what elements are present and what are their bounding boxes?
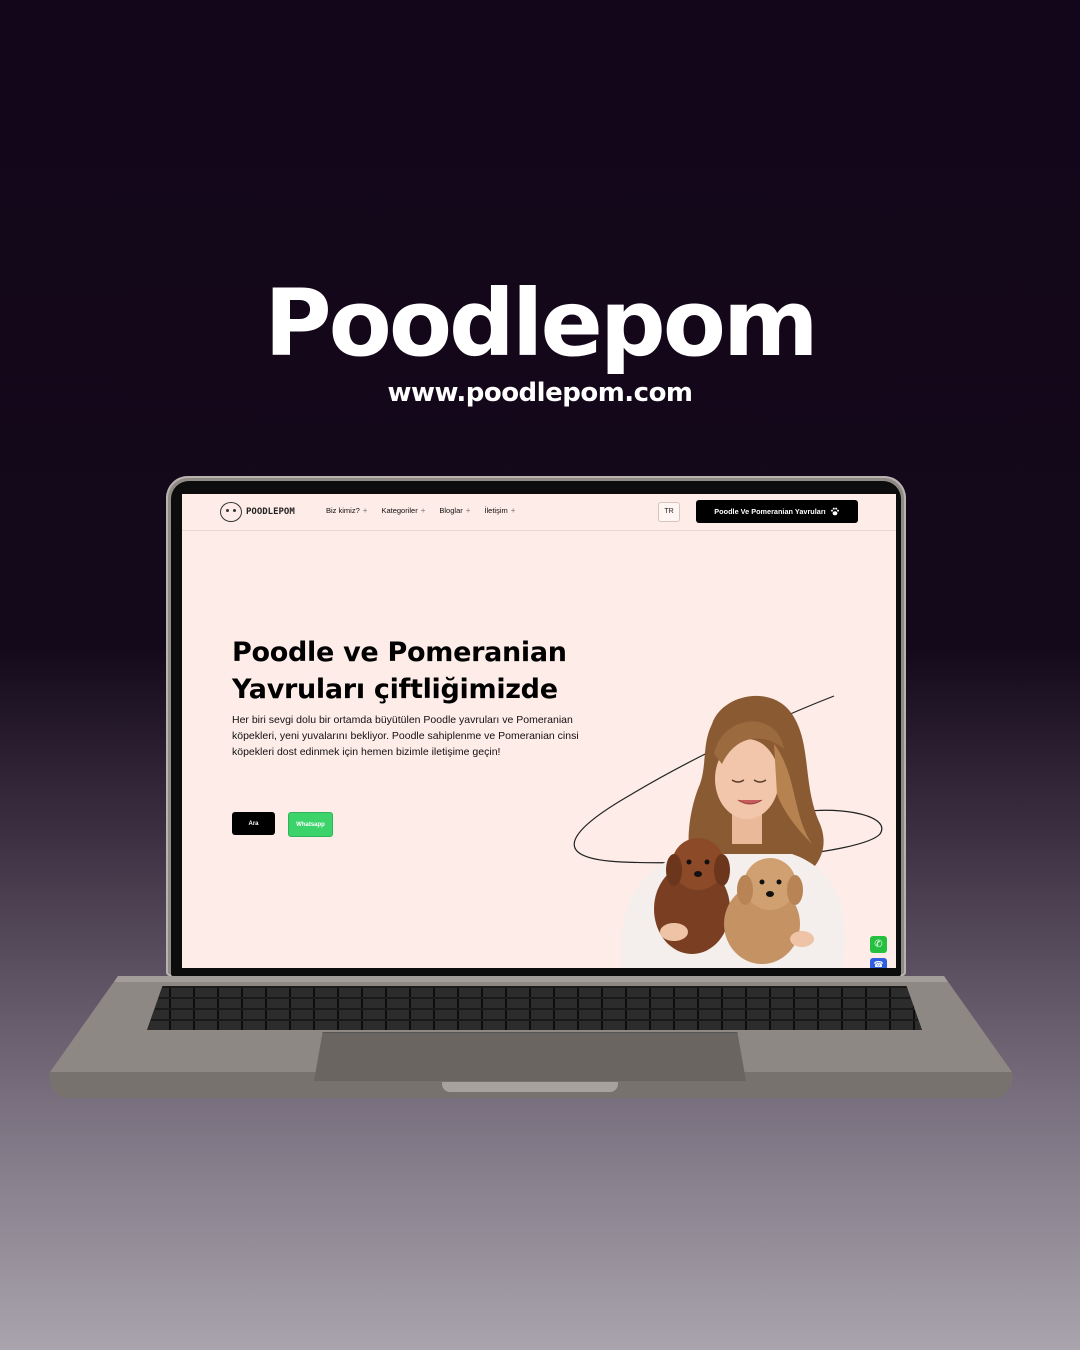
nav-item-label: Bloglar [439, 506, 463, 515]
laptop-screen: POODLEPOM Biz kimiz? + Kategoriler + Blo… [182, 494, 896, 968]
hero-title-line: Yavruları çiftliğimizde [232, 674, 558, 705]
puppies-cta-button[interactable]: Poodle Ve Pomeranian Yavruları [696, 500, 858, 523]
brand-url: www.poodlepom.com [387, 378, 693, 408]
whatsapp-icon[interactable]: ✆ [870, 936, 887, 953]
poodle-logo-icon [220, 502, 242, 522]
phone-icon[interactable]: ☎ [870, 958, 887, 968]
nav-item-kategoriler[interactable]: Kategoriler + [381, 506, 425, 515]
nav-item-label: Biz kimiz? [326, 506, 360, 515]
laptop-notch [442, 1082, 618, 1092]
site-header: POODLEPOM Biz kimiz? + Kategoriler + Blo… [182, 494, 896, 531]
trackpad [314, 1032, 746, 1081]
nav-item-bloglar[interactable]: Bloglar + [439, 506, 470, 515]
language-switch[interactable]: TR [658, 502, 680, 522]
cta-label: Poodle Ve Pomeranian Yavruları [714, 507, 826, 516]
plus-icon: + [362, 506, 368, 515]
nav-item-iletisim[interactable]: İletişim + [484, 506, 515, 515]
logo-text: POODLEPOM [246, 507, 295, 517]
paw-icon [830, 507, 839, 516]
hero-description: Her biri sevgi dolu bir ortamda büyütüle… [232, 714, 579, 758]
site-logo[interactable]: POODLEPOM [220, 502, 295, 522]
nav-item-label: İletişim [484, 506, 508, 515]
hero-title: Poodle ve Pomeranian Yavruları çiftliğim… [232, 634, 612, 708]
hero-title-line: Poodle ve Pomeranian [232, 637, 567, 668]
nav-item-biz-kimiz[interactable]: Biz kimiz? + [326, 506, 367, 515]
laptop-lid: POODLEPOM Biz kimiz? + Kategoriler + Blo… [166, 476, 906, 976]
brand-title: Poodlepom [264, 270, 819, 377]
keyboard [147, 986, 922, 1030]
plus-icon: + [420, 506, 426, 515]
plus-icon: + [510, 506, 516, 515]
whatsapp-button[interactable]: Whatsapp [288, 812, 333, 837]
call-button[interactable]: Ara [232, 812, 275, 835]
nav-item-label: Kategoriler [381, 506, 418, 515]
hero-image-woman-with-puppies [573, 695, 883, 968]
main-nav: Biz kimiz? + Kategoriler + Bloglar + İle… [326, 506, 515, 515]
plus-icon: + [465, 506, 471, 515]
